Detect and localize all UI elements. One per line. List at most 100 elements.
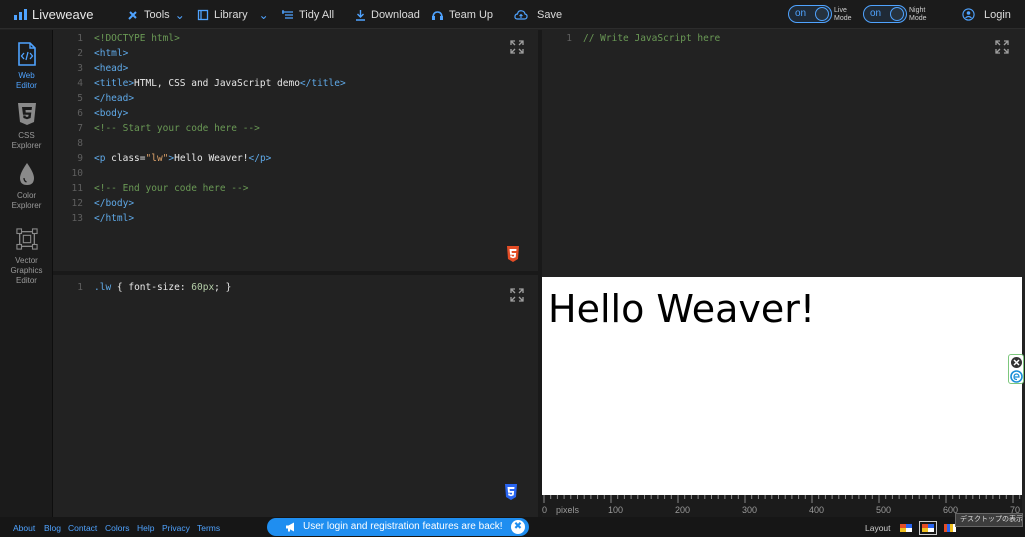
night-mode-label: Night Mode <box>909 7 927 23</box>
footer-link-about[interactable]: About <box>13 523 35 533</box>
css-explorer-label-2: Explorer <box>11 141 42 150</box>
expand-icon[interactable] <box>510 40 524 54</box>
css-code-area[interactable]: 1 .lw { font-size: 60px; } <box>53 280 533 300</box>
announcement-banner[interactable]: User login and registration features are… <box>267 518 529 536</box>
pixel-ruler: 0 pixels 100 200 300 400 500 600 70 <box>542 495 1022 517</box>
ruler-ticks <box>543 495 1021 503</box>
sidebar-item-web-editor[interactable]: Web Editor <box>0 42 53 91</box>
layout-label: Layout <box>865 523 891 533</box>
html-line-number: 4 <box>77 78 83 89</box>
css-line-1: .lw { font-size: 60px; } <box>94 280 231 295</box>
code-attribute: class <box>111 153 140 164</box>
html-code-line: <html> <box>94 46 128 61</box>
html-code-line: <!-- Start your code here --> <box>94 121 260 136</box>
announcement-text: User login and registration features are… <box>303 521 503 532</box>
live-preview[interactable]: Hello Weaver! <box>542 277 1022 495</box>
html-line-number: 10 <box>71 168 83 179</box>
html-code-line: </html> <box>94 211 134 226</box>
save-button[interactable]: Save <box>514 0 562 29</box>
footer-link-terms[interactable]: Terms <box>197 523 220 533</box>
web-editor-label-2: Editor <box>16 81 37 90</box>
footer-link-colors[interactable]: Colors <box>105 523 130 533</box>
sidebar-item-vector-editor[interactable]: Vector Graphics Editor <box>0 227 53 286</box>
css-open-brace: { <box>111 282 129 293</box>
team-up-button[interactable]: Team Up <box>431 0 493 29</box>
css-line-number: 1 <box>77 282 83 293</box>
css-value: 60px <box>191 282 215 293</box>
droplet-icon <box>19 163 34 185</box>
tidy-all-label: Tidy All <box>299 8 335 21</box>
night-mode-state: on <box>870 8 882 19</box>
html-code-line: <!DOCTYPE html> <box>94 31 180 46</box>
code-tag: <title> <box>94 78 135 89</box>
login-label: Login <box>984 8 1011 21</box>
tools-label: Tools <box>144 8 170 21</box>
expand-icon[interactable] <box>995 40 1009 54</box>
edge-icon[interactable] <box>1010 370 1023 383</box>
save-label: Save <box>537 8 563 21</box>
footer-link-privacy[interactable]: Privacy <box>162 523 190 533</box>
code-text: HTML, CSS and JavaScript demo <box>134 78 300 89</box>
expand-icon[interactable] <box>510 288 524 302</box>
html5-icon <box>507 246 519 262</box>
html-line-number: 13 <box>71 213 83 224</box>
ruler-label: 500 <box>876 505 892 515</box>
sidebar-item-color-explorer[interactable]: Color Explorer <box>0 162 53 211</box>
css-selector: .lw <box>94 282 112 293</box>
js-code-area[interactable]: 1 // Write JavaScript here <box>542 31 1012 51</box>
sidebar-item-css-explorer[interactable]: CSS Explorer <box>0 102 53 151</box>
layout-option-2-icon[interactable] <box>919 521 937 535</box>
login-button[interactable]: Login <box>962 0 1011 29</box>
desktop-view-tooltip: デスクトップの表示 <box>955 513 1023 527</box>
footer-link-contact[interactable]: Contact <box>68 523 97 533</box>
brand-logo[interactable]: Liveweave <box>14 0 93 29</box>
html-line-number: 9 <box>77 153 83 164</box>
night-mode-toggle[interactable]: on <box>863 5 907 23</box>
css-editor-panel[interactable]: 1 .lw { font-size: 60px; } <box>53 275 538 517</box>
cloud-upload-icon <box>514 9 528 20</box>
tidy-icon <box>282 9 293 19</box>
liveweave-app: Liveweave Tools ⌄ Library ⌄ Tidy All Dow… <box>0 0 1025 537</box>
live-mode-label-line2: Mode <box>834 15 852 22</box>
web-editor-label-1: Web <box>18 71 35 80</box>
library-menu[interactable]: Library ⌄ <box>197 0 269 29</box>
download-button[interactable]: Download <box>355 0 420 29</box>
tools-icon <box>128 10 137 20</box>
toggle-knob <box>815 7 829 21</box>
html-line-number: 5 <box>77 93 83 104</box>
footer-link-blog[interactable]: Blog <box>44 523 61 533</box>
megaphone-icon <box>286 522 294 532</box>
chevron-down-icon: ⌄ <box>174 7 185 22</box>
ruler-unit: pixels <box>556 505 580 515</box>
css-close: ; } <box>214 282 232 293</box>
code-comment: <!-- Start your code here --> <box>94 123 260 134</box>
html-line-number: 11 <box>71 183 83 194</box>
download-icon <box>356 9 365 21</box>
html-line-number: 6 <box>77 108 83 119</box>
chevron-down-icon: ⌄ <box>258 7 269 22</box>
ruler-label: 300 <box>742 505 758 515</box>
js-editor-panel[interactable]: 1 // Write JavaScript here <box>542 30 1025 275</box>
html-line-number: 3 <box>77 63 83 74</box>
code-tag: <head> <box>94 63 129 74</box>
preview-side-tools <box>1008 354 1024 384</box>
footer-link-help[interactable]: Help <box>137 523 154 533</box>
ruler-label: 400 <box>809 505 825 515</box>
live-mode-label: Live Mode <box>834 7 852 23</box>
code-file-icon <box>17 42 36 66</box>
close-icon[interactable]: ✖ <box>511 520 525 534</box>
layout-option-1-icon[interactable] <box>897 521 915 535</box>
team-up-icon <box>432 10 443 20</box>
html-line-number: 8 <box>77 138 83 149</box>
tidy-all-button[interactable]: Tidy All <box>281 0 334 29</box>
live-mode-toggle[interactable]: on <box>788 5 832 23</box>
close-circle-icon[interactable] <box>1010 356 1023 369</box>
code-tag: <p <box>94 153 112 164</box>
html-code-area[interactable]: 1 2 3 4 5 6 7 8 9 10 11 12 13 <!DOCTYPE html> <html> <… <box>53 31 533 251</box>
library-label: Library <box>214 8 248 21</box>
html-editor-panel[interactable]: 1 2 3 4 5 6 7 8 9 10 11 12 13 <!DOCTYPE html> <html> <… <box>53 30 538 271</box>
tools-menu[interactable]: Tools ⌄ <box>127 0 185 29</box>
code-comment: <!DOCTYPE html> <box>94 33 180 44</box>
horizontal-splitter[interactable] <box>53 271 538 275</box>
html-line-number: 1 <box>77 33 83 44</box>
